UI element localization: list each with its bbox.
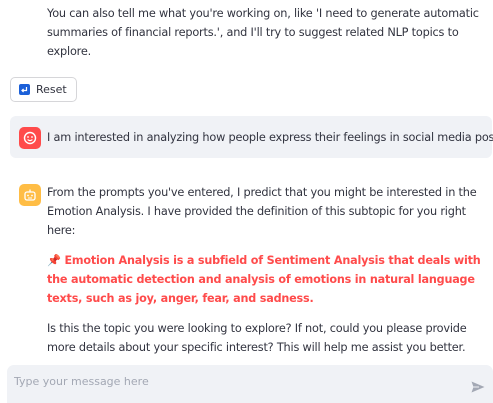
send-button[interactable] (468, 378, 488, 396)
assistant-paragraph-intro: From the prompts you've entered, I predi… (47, 186, 477, 237)
chat-input[interactable] (7, 365, 454, 397)
user-message-text: I am interested in analyzing how people … (47, 131, 493, 144)
user-message: I am interested in analyzing how people … (10, 116, 493, 158)
definition-paragraph: 📌 Emotion Analysis is a subfield of Sent… (47, 251, 493, 308)
intro-text: You can also tell me what you're working… (47, 7, 479, 58)
bot-face-icon (19, 184, 41, 206)
pushpin-icon: 📌 (47, 254, 61, 267)
assistant-paragraph-followup: Is this the topic you were looking to ex… (47, 322, 467, 354)
send-icon (471, 378, 485, 397)
user-face-icon (19, 127, 41, 149)
definition-text: Emotion Analysis is a subfield of Sentim… (47, 254, 481, 305)
reset-button[interactable]: Reset (10, 77, 77, 102)
chat-page: You can also tell me what you're working… (0, 0, 493, 403)
reset-button-label: Reset (36, 83, 67, 96)
assistant-message: From the prompts you've entered, I predi… (47, 183, 493, 357)
reset-icon (19, 84, 30, 95)
chat-input-bar (7, 365, 493, 403)
